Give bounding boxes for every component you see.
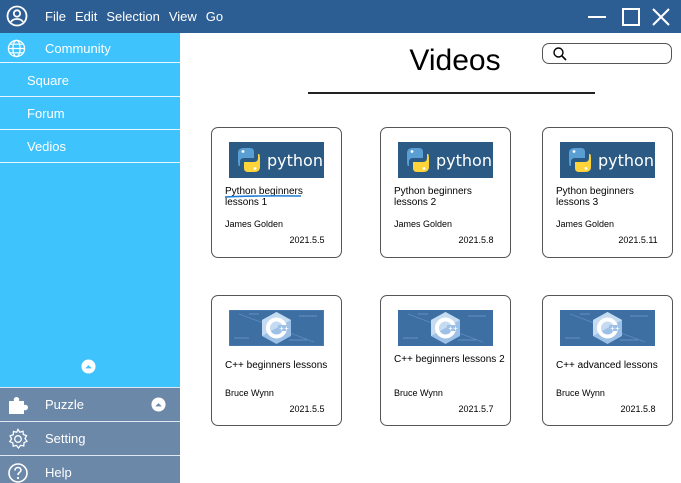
sidebar-item-label: Vedios — [27, 139, 67, 154]
cpp-thumbnail: ++ — [398, 310, 493, 346]
menu-file[interactable]: File — [45, 9, 66, 24]
python-thumbnail: python — [560, 142, 655, 178]
gear-icon — [8, 428, 28, 450]
sidebar-item-label: Forum — [27, 106, 65, 121]
video-author: James Golden — [225, 219, 284, 229]
video-card[interactable]: ++ C++ beginners lessons 2 Bruce Wynn 20… — [380, 295, 511, 426]
video-card[interactable]: ++ C++ beginners lessons Bruce Wynn 2021… — [211, 295, 342, 426]
chevron-up-icon[interactable] — [151, 397, 166, 412]
video-date: 2021.5.7 — [458, 404, 494, 414]
cpp-thumbnail: ++ — [229, 310, 324, 346]
video-card[interactable]: python Python beginners lessons 2 James … — [380, 127, 511, 258]
title-divider — [308, 92, 595, 94]
title-bar: File Edit Selection View Go — [0, 0, 681, 33]
close-icon[interactable] — [650, 6, 672, 28]
video-author: Bruce Wynn — [225, 388, 274, 398]
video-card[interactable]: ++ C++ advanced lessons Bruce Wynn 2021.… — [542, 295, 673, 426]
menu-go[interactable]: Go — [206, 9, 223, 24]
sidebar-item-label: Square — [27, 73, 69, 88]
menu-selection[interactable]: Selection — [106, 9, 159, 24]
help-icon — [8, 463, 28, 483]
puzzle-icon — [9, 397, 28, 414]
python-thumbnail: python — [229, 142, 324, 178]
sidebar-bottom-label: Puzzle — [45, 397, 85, 412]
search-icon[interactable] — [552, 46, 568, 62]
sidebar-bottom-label: Setting — [45, 431, 86, 446]
video-date: 2021.5.11 — [618, 235, 658, 245]
video-title[interactable]: C++ advanced lessons — [556, 360, 668, 371]
minimize-icon[interactable] — [586, 6, 608, 28]
sidebar-item-puzzle[interactable]: Puzzle — [0, 387, 180, 421]
video-date: 2021.5.8 — [458, 235, 494, 245]
globe-icon — [7, 39, 26, 58]
thumbnail-text: python — [598, 151, 654, 170]
search-box[interactable] — [542, 43, 672, 64]
search-input[interactable] — [573, 46, 667, 61]
video-date: 2021.5.5 — [289, 404, 325, 414]
video-card[interactable]: python Python beginners lessons 3 James … — [542, 127, 673, 258]
video-author: Bruce Wynn — [394, 388, 443, 398]
collapse-icon[interactable] — [81, 359, 96, 374]
video-date: 2021.5.5 — [289, 235, 325, 245]
python-thumbnail: python — [398, 142, 493, 178]
video-author: Bruce Wynn — [556, 388, 605, 398]
sidebar-item-forum[interactable]: Forum — [0, 97, 180, 130]
cpp-thumbnail: ++ — [560, 310, 655, 346]
svg-text:++: ++ — [448, 326, 458, 333]
thumbnail-text: python — [436, 151, 492, 170]
thumbnail-text: python — [267, 151, 323, 170]
sidebar-item-square[interactable]: Square — [0, 64, 180, 97]
account-icon[interactable] — [6, 5, 28, 27]
sidebar-bottom-label: Help — [45, 465, 72, 480]
sidebar: Community Square Forum Vedios Puzzle Set… — [0, 33, 180, 483]
video-date: 2021.5.8 — [620, 404, 656, 414]
sidebar-item-vedios[interactable]: Vedios — [0, 130, 180, 163]
video-title[interactable]: C++ beginners lessons 2 — [394, 354, 506, 365]
sidebar-community-header[interactable]: Community — [0, 33, 180, 63]
menu-edit[interactable]: Edit — [75, 9, 97, 24]
svg-text:++: ++ — [610, 326, 620, 333]
video-author: James Golden — [394, 219, 453, 229]
sidebar-item-help[interactable]: Help — [0, 455, 180, 483]
text-cursor-underline — [225, 195, 301, 198]
page-title: Videos — [409, 44, 501, 77]
video-card[interactable]: python Python beginners lessons 1 James … — [211, 127, 342, 258]
video-author: James Golden — [556, 219, 615, 229]
video-title[interactable]: C++ beginners lessons — [225, 360, 337, 371]
video-title[interactable]: Python beginners lessons 2 — [394, 186, 506, 208]
maximize-icon[interactable] — [620, 6, 642, 28]
svg-text:++: ++ — [279, 326, 289, 333]
sidebar-item-setting[interactable]: Setting — [0, 421, 180, 455]
menu-bar: File Edit Selection View Go — [45, 0, 232, 33]
sidebar-header-label: Community — [45, 41, 111, 56]
video-title[interactable]: Python beginners lessons 3 — [556, 186, 668, 208]
menu-view[interactable]: View — [169, 9, 197, 24]
